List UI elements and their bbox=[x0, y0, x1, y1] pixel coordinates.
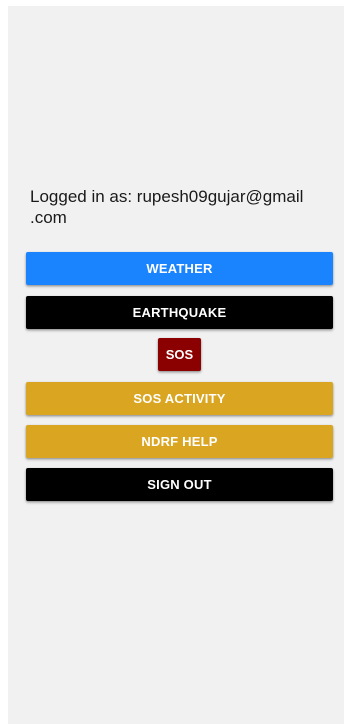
logged-in-label: Logged in as: rupesh09gujar@gmail .com bbox=[30, 187, 304, 227]
ndrf-help-button[interactable]: NDRF HELP bbox=[26, 425, 333, 458]
sos-activity-button[interactable]: SOS ACTIVITY bbox=[26, 382, 333, 415]
earthquake-button[interactable]: EARTHQUAKE bbox=[26, 296, 333, 329]
weather-button[interactable]: WEATHER bbox=[26, 252, 333, 285]
sos-button[interactable]: SOS bbox=[158, 338, 201, 371]
app-screen: Logged in as: rupesh09gujar@gmail .com W… bbox=[8, 6, 344, 724]
sign-out-button[interactable]: SIGN OUT bbox=[26, 468, 333, 501]
